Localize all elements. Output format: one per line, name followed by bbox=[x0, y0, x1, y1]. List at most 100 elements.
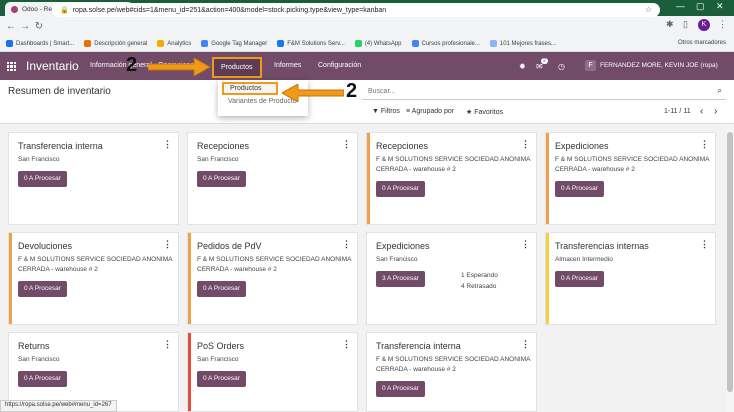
kanban-card[interactable]: Transferencia interna F & M SOLUTIONS SER… bbox=[366, 332, 537, 412]
card-menu-icon[interactable]: ⋮ bbox=[521, 239, 530, 250]
bookmark-item[interactable]: Cursos profesionale... bbox=[411, 40, 480, 47]
bookmark-item[interactable]: F&M Solutions Serv... bbox=[277, 40, 345, 47]
card-menu-icon[interactable]: ⋮ bbox=[163, 339, 172, 350]
to-process-button[interactable]: 0 A Procesar bbox=[197, 171, 246, 187]
kanban-card[interactable]: Pedidos de PdV F & M SOLUTIONS SERVICE SO… bbox=[187, 232, 358, 325]
kanban-card[interactable]: Transferencia interna San Francisco ⋮ 0 A P… bbox=[8, 132, 179, 225]
user-avatar[interactable]: F bbox=[585, 60, 596, 71]
maximize-icon[interactable]: ▢ bbox=[696, 1, 705, 12]
kanban-card[interactable]: Recepciones San Francisco ⋮ 0 A Procesar bbox=[187, 132, 358, 225]
kanban-card[interactable]: PoS Orders San Francisco ⋮ 0 A Procesar bbox=[187, 332, 358, 412]
card-title[interactable]: Recepciones bbox=[376, 141, 428, 151]
card-title[interactable]: Devoluciones bbox=[18, 241, 72, 251]
card-title[interactable]: Recepciones bbox=[197, 141, 249, 151]
kanban-card[interactable]: Expediciones San Francisco ⋮ 3 A Procesar 1 … bbox=[366, 232, 537, 325]
card-menu-icon[interactable]: ⋮ bbox=[342, 339, 351, 350]
odoo-navbar: Inventario Información general Operacion… bbox=[0, 52, 734, 80]
apps-grid-icon[interactable] bbox=[7, 62, 16, 71]
card-stat-link[interactable]: 4 Retrasado bbox=[461, 283, 496, 290]
card-menu-icon[interactable]: ⋮ bbox=[342, 139, 351, 150]
bookmark-favicon-icon bbox=[6, 40, 13, 47]
kanban-card[interactable]: Devoluciones F & M SOLUTIONS SERVICE SOCI… bbox=[8, 232, 179, 325]
kanban-card[interactable]: Recepciones F & M SOLUTIONS SERVICE SOCIE… bbox=[366, 132, 537, 225]
forward-icon[interactable]: → bbox=[18, 21, 32, 32]
card-menu-icon[interactable]: ⋮ bbox=[163, 239, 172, 250]
group-by-button[interactable]: ≡ Agrupado por bbox=[406, 108, 454, 115]
to-process-button[interactable]: 0 A Procesar bbox=[18, 281, 67, 297]
extensions-icon[interactable]: ✱ bbox=[666, 19, 674, 30]
pager-next-icon[interactable]: › bbox=[714, 106, 717, 117]
to-process-button[interactable]: 0 A Procesar bbox=[376, 381, 425, 397]
bookmark-label: Descripción general bbox=[94, 40, 148, 47]
card-menu-icon[interactable]: ⋮ bbox=[700, 239, 709, 250]
app-brand[interactable]: Inventario bbox=[26, 59, 79, 73]
minimize-icon[interactable]: — bbox=[676, 1, 685, 11]
dropdown-item-productos[interactable]: Productos bbox=[222, 82, 278, 95]
to-process-button[interactable]: 0 A Procesar bbox=[197, 371, 246, 387]
lock-icon[interactable]: 🔒 bbox=[60, 6, 69, 14]
menu-configuracion[interactable]: Configuración bbox=[318, 62, 361, 69]
search-icon[interactable]: ⌕ bbox=[718, 86, 722, 96]
card-menu-icon[interactable]: ⋮ bbox=[521, 139, 530, 150]
scrollbar-thumb[interactable] bbox=[727, 132, 733, 392]
bookmark-label: F&M Solutions Serv... bbox=[287, 40, 345, 47]
card-title[interactable]: PoS Orders bbox=[197, 341, 244, 351]
kanban-view: Transferencia interna San Francisco ⋮ 0 A P… bbox=[0, 124, 724, 412]
bookmark-item[interactable]: (4) WhatsApp bbox=[354, 40, 402, 47]
profile-avatar[interactable]: K bbox=[698, 19, 710, 31]
card-title[interactable]: Pedidos de PdV bbox=[197, 241, 262, 251]
card-title[interactable]: Transferencia interna bbox=[376, 341, 461, 351]
card-color-stripe bbox=[9, 233, 12, 324]
kanban-card[interactable]: Transferencias internas Almacen Intermedi… bbox=[545, 232, 716, 325]
other-bookmarks[interactable]: Otros marcadores bbox=[678, 40, 726, 46]
card-menu-icon[interactable]: ⋮ bbox=[700, 139, 709, 150]
to-process-button[interactable]: 0 A Procesar bbox=[555, 271, 604, 287]
card-title[interactable]: Transferencias internas bbox=[555, 241, 649, 251]
bookmarks-bar: Dashboards | Smart... Descripción general… bbox=[0, 36, 734, 52]
kanban-card[interactable]: Expediciones F & M SOLUTIONS SERVICE SOCI… bbox=[545, 132, 716, 225]
pager-value[interactable]: 1-11 / 11 bbox=[664, 108, 691, 115]
bookmark-item[interactable]: Analytics bbox=[157, 40, 191, 47]
bookmark-label: Analytics bbox=[167, 40, 192, 47]
card-color-stripe bbox=[188, 233, 191, 324]
filters-button[interactable]: ▼ Filtros bbox=[372, 108, 400, 115]
to-process-button[interactable]: 3 A Procesar bbox=[376, 271, 425, 287]
bookmark-item[interactable]: Dashboards | Smart... bbox=[6, 40, 74, 47]
to-process-button[interactable]: 0 A Procesar bbox=[555, 181, 604, 197]
close-window-icon[interactable]: ✕ bbox=[716, 1, 724, 12]
card-title[interactable]: Expediciones bbox=[555, 141, 609, 151]
card-title[interactable]: Returns bbox=[18, 341, 50, 351]
back-icon[interactable]: ← bbox=[4, 21, 18, 32]
to-process-button[interactable]: 0 A Procesar bbox=[18, 171, 67, 187]
to-process-button[interactable]: 0 A Procesar bbox=[197, 281, 246, 297]
address-bar[interactable]: 🔒 ropa.solse.pe/web#cids=1&menu_id=251&a… bbox=[52, 3, 660, 17]
bookmark-item[interactable]: Google Tag Manager bbox=[201, 40, 267, 47]
menu-informacion-general[interactable]: Información general bbox=[90, 62, 152, 69]
card-stat-link[interactable]: 1 Esperando bbox=[461, 272, 498, 279]
bookmark-favicon-icon bbox=[489, 40, 497, 47]
bug-icon[interactable]: ✹ bbox=[519, 62, 526, 71]
favorites-button[interactable]: ★ Favoritos bbox=[466, 108, 503, 116]
bookmark-item[interactable]: Descripción general bbox=[84, 40, 147, 47]
reload-icon[interactable]: ↻ bbox=[32, 21, 46, 32]
user-name[interactable]: FERNANDEZ MORE, KEVIN JOE (ropa) bbox=[600, 62, 718, 69]
star-icon[interactable]: ☆ bbox=[645, 5, 652, 14]
activity-clock-icon[interactable]: ◷ bbox=[558, 62, 565, 71]
card-title[interactable]: Transferencia interna bbox=[18, 141, 103, 151]
card-menu-icon[interactable]: ⋮ bbox=[521, 339, 530, 350]
pager-prev-icon[interactable]: ‹ bbox=[700, 106, 703, 117]
card-menu-icon[interactable]: ⋮ bbox=[342, 239, 351, 250]
search-input[interactable] bbox=[362, 88, 692, 95]
bookmark-item[interactable]: 101 Mejores frases... bbox=[489, 40, 556, 47]
card-subtitle: F & M SOLUTIONS SERVICE SOCIEDAD ANONIMA… bbox=[197, 256, 352, 273]
menu-dots-icon[interactable]: ⋮ bbox=[718, 19, 727, 30]
card-title[interactable]: Expediciones bbox=[376, 241, 430, 251]
card-menu-icon[interactable]: ⋮ bbox=[163, 139, 172, 150]
annotation-arrow-left bbox=[282, 84, 344, 102]
sidepanel-icon[interactable]: ▯ bbox=[683, 19, 688, 30]
to-process-button[interactable]: 0 A Procesar bbox=[18, 371, 67, 387]
menu-productos[interactable]: Productos bbox=[212, 57, 262, 78]
scrollbar[interactable] bbox=[726, 124, 734, 412]
menu-informes[interactable]: Informes bbox=[274, 62, 301, 69]
to-process-button[interactable]: 0 A Procesar bbox=[376, 181, 425, 197]
